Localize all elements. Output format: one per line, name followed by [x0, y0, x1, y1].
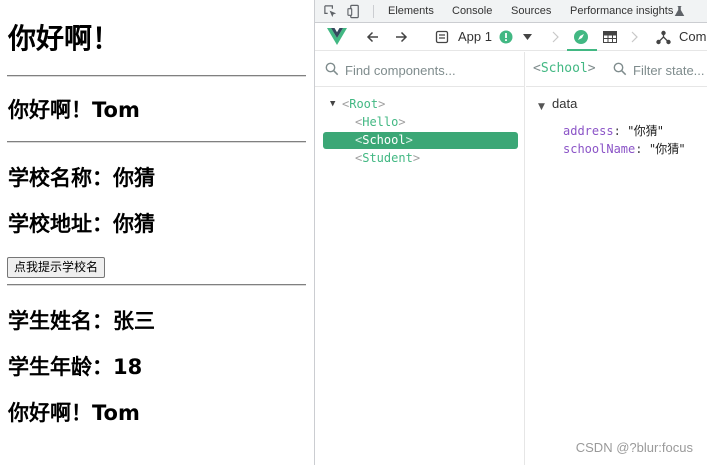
status-icon [499, 30, 513, 44]
watermark: CSDN @?blur:focus [575, 440, 693, 455]
student-age-text: 学生年龄：18 [8, 355, 143, 379]
tree-node-root[interactable]: ▼ <Root> [323, 96, 518, 113]
vue-logo-icon [327, 28, 347, 45]
tab-elements[interactable]: Elements [388, 0, 434, 23]
divider-2 [7, 141, 306, 143]
vue-devtools-toolbar: App 1 Comp [315, 23, 707, 51]
divider-3 [7, 284, 306, 286]
state-prop-address[interactable]: address: "你猜" [563, 123, 663, 139]
data-section-title[interactable]: data [552, 95, 577, 112]
components-icon[interactable] [573, 29, 589, 45]
component-tree-icon [656, 30, 671, 45]
devtools-tab-bar: Elements Console Sources Performance ins… [315, 0, 707, 23]
back-icon[interactable] [366, 30, 380, 44]
divider-1 [7, 75, 306, 77]
student-name-text: 学生姓名：张三 [8, 309, 155, 333]
device-icon[interactable] [347, 4, 362, 19]
section-caret-icon[interactable]: ▼ [538, 102, 545, 112]
forward-icon[interactable] [394, 30, 408, 44]
selected-component-name: <School> [533, 61, 596, 76]
rendered-page: 你好啊！ 你好啊！Tom 学校名称：你猜 学校地址：你猜 点我提示学校名 学生姓… [0, 0, 314, 465]
filter-state-input[interactable] [633, 60, 707, 80]
tree-node-student[interactable]: <Student> [323, 150, 518, 167]
tree-node-label: <School> [355, 133, 413, 147]
components-tab-label[interactable]: Comp [679, 23, 707, 51]
tree-node-label: <Student> [355, 151, 421, 165]
state-inspector-pane: <School> ▼ data address: "你猜" schoolName… [526, 52, 707, 465]
toolbar-separator [373, 5, 374, 18]
tab-console[interactable]: Console [452, 0, 492, 23]
dropdown-icon[interactable] [523, 34, 532, 40]
tree-node-hello[interactable]: <Hello> [323, 114, 518, 131]
active-tab-indicator [567, 49, 597, 51]
devtools-panel: Elements Console Sources Performance ins… [314, 0, 707, 465]
search-icon [325, 62, 339, 76]
school-address-text: 学校地址：你猜 [8, 212, 155, 236]
component-tree-pane: ▼ <Root> <Hello> <School> <Student> [315, 52, 525, 465]
tree-node-label: <Hello> [355, 115, 406, 129]
timeline-icon[interactable] [603, 31, 617, 43]
find-components-input[interactable] [345, 60, 515, 80]
search-icon [613, 62, 627, 76]
student-hello-text: 你好啊！Tom [8, 401, 140, 425]
school-name-text: 学校名称：你猜 [8, 166, 155, 190]
app-selector-label[interactable]: App 1 [458, 23, 492, 51]
component-search [315, 52, 525, 87]
state-prop-schoolname[interactable]: schoolName: "你猜" [563, 141, 685, 157]
expand-caret-icon[interactable]: ▼ [330, 96, 335, 113]
tree-node-school[interactable]: <School> [323, 132, 518, 149]
inspector-header: <School> [526, 52, 707, 87]
breadcrumb-chevron-icon [552, 31, 559, 43]
app-icon [435, 30, 449, 44]
tree-node-label: <Root> [342, 97, 386, 111]
breadcrumb-chevron-icon [631, 31, 638, 43]
experiment-icon [674, 6, 685, 16]
page-title: 你好啊！ [8, 22, 121, 55]
hello-component-text: 你好啊！Tom [8, 98, 140, 122]
tab-performance-insights[interactable]: Performance insights [570, 0, 673, 23]
inspect-icon[interactable] [323, 4, 338, 19]
show-school-name-button[interactable]: 点我提示学校名 [7, 257, 106, 278]
tab-sources[interactable]: Sources [511, 0, 551, 23]
